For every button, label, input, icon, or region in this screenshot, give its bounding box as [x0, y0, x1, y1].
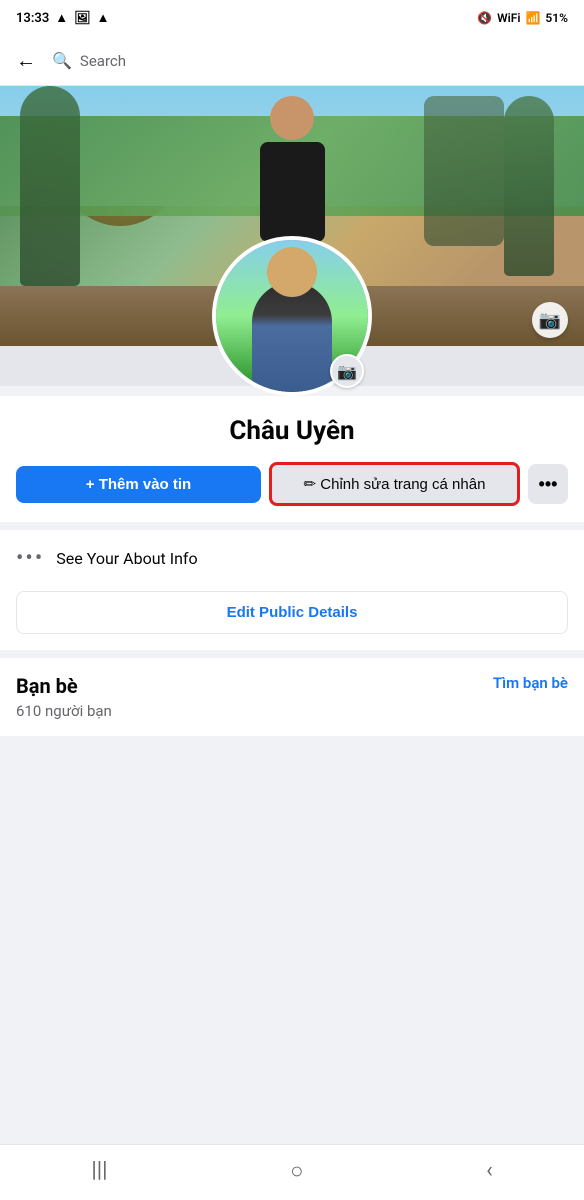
see-about-info: See Your About Info: [56, 549, 197, 568]
image-icon: 🖼: [74, 11, 91, 26]
friends-section: Bạn bè Tìm bạn bè 610 người bạn: [0, 658, 584, 736]
bottom-nav-menu-icon[interactable]: |||: [71, 1154, 127, 1187]
alert-icon2: ▲: [97, 10, 110, 26]
edit-profile-button[interactable]: ✏ Chỉnh sửa trang cá nhân: [269, 462, 520, 506]
about-row: ••• See Your About Info: [16, 546, 568, 571]
profile-name: Châu Uyên: [16, 416, 568, 446]
edit-public-details-button[interactable]: Edit Public Details: [16, 591, 568, 634]
bottom-nav-home-icon[interactable]: ○: [270, 1154, 323, 1188]
status-right: 🔇 WiFi 📶 51%: [477, 11, 568, 25]
nav-bar: ← 🔍 Search: [0, 36, 584, 86]
alert-icon1: ▲: [55, 10, 68, 26]
search-label: Search: [80, 52, 126, 70]
wifi-icon: WiFi: [497, 11, 520, 25]
battery: 51%: [545, 11, 568, 25]
more-button[interactable]: •••: [528, 464, 568, 504]
cover-camera-button[interactable]: 📷: [532, 302, 568, 338]
profile-pic-container: 📷: [212, 236, 372, 396]
bottom-nav: ||| ○ ‹: [0, 1144, 584, 1200]
find-friends-link[interactable]: Tìm bạn bè: [493, 674, 568, 692]
about-section: ••• See Your About Info Edit Public Deta…: [0, 530, 584, 650]
back-button[interactable]: ←: [16, 48, 36, 73]
friends-header: Bạn bè Tìm bạn bè: [16, 674, 568, 698]
search-area[interactable]: 🔍 Search: [52, 51, 126, 70]
profile-camera-button[interactable]: 📷: [330, 354, 364, 388]
about-dots-icon: •••: [16, 546, 44, 571]
bottom-nav-back-icon[interactable]: ‹: [466, 1154, 513, 1187]
friends-title: Bạn bè: [16, 674, 78, 698]
add-story-button[interactable]: + Thêm vào tin: [16, 466, 261, 503]
profile-info: Châu Uyên + Thêm vào tin ✏ Chỉnh sửa tra…: [0, 396, 584, 522]
time: 13:33: [16, 11, 49, 26]
cover-section: 📷 📷: [0, 86, 584, 386]
action-buttons: + Thêm vào tin ✏ Chỉnh sửa trang cá nhân…: [16, 462, 568, 506]
mute-icon: 🔇: [477, 11, 492, 25]
status-bar: 13:33 ▲ 🖼 ▲ 🔇 WiFi 📶 51%: [0, 0, 584, 36]
friends-count: 610 người bạn: [16, 702, 568, 720]
status-left: 13:33 ▲ 🖼 ▲: [16, 10, 110, 26]
search-icon: 🔍: [52, 51, 72, 70]
signal-icon: 📶: [525, 11, 540, 25]
